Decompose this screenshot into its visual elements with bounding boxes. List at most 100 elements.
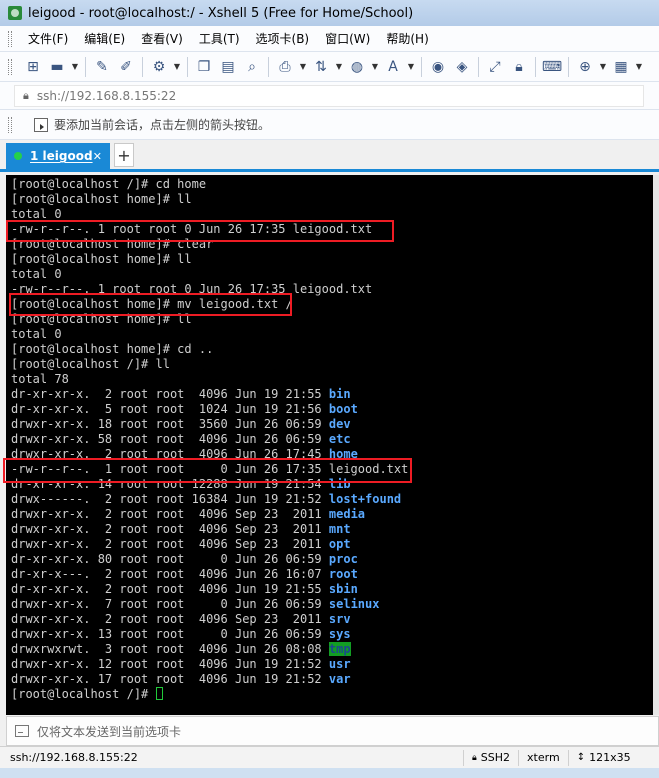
reconnect-icon[interactable]: ✐ (115, 56, 137, 78)
layout-dropdown-icon[interactable]: ▼ (634, 56, 644, 78)
status-lock-icon: 🔒︎ (472, 752, 477, 763)
address-bar: 🔒︎ ssh://192.168.8.155:22 (0, 82, 659, 110)
terminal-line: [root@localhost /]# cd home (11, 177, 659, 192)
terminal-line: dr-xr-xr-x. 80 root root 0 Jun 26 06:59 … (11, 552, 659, 567)
terminal-text: total 0 (11, 207, 62, 221)
send-text-placeholder: 仅将文本发送到当前选项卡 (37, 724, 182, 739)
terminal-text: drwxr-xr-x. 2 root root 4096 Jun 26 17:4… (11, 447, 329, 461)
terminal-text: drwx------. 2 root root 16384 Jun 19 21:… (11, 492, 329, 506)
status-size: ↕ 121x35 (567, 749, 639, 766)
open-folder-icon[interactable]: ▬ (46, 56, 68, 78)
terminal-line: total 0 (11, 207, 659, 222)
terminal-line: total 78 (11, 372, 659, 387)
terminal-text: drwxr-xr-x. 2 root root 4096 Sep 23 2011 (11, 507, 329, 521)
terminal-text: dr-xr-xr-x. 2 root root 4096 Jun 19 21:5… (11, 582, 329, 596)
tab-bar: 1 leigood ✕ + (0, 140, 659, 172)
terminal-text: drwxr-xr-x. 13 root root 0 Jun 26 06:59 (11, 627, 329, 641)
add-dropdown-icon[interactable]: ▼ (598, 56, 608, 78)
xshell-window: leigood - root@localhost:/ - Xshell 5 (F… (0, 0, 659, 778)
paste-icon[interactable]: ▤ (217, 56, 239, 78)
title-bar[interactable]: leigood - root@localhost:/ - Xshell 5 (F… (0, 0, 659, 26)
toolbar-separator (478, 56, 479, 77)
terminal-text: [root@localhost /]# cd home (11, 177, 207, 191)
toolbar-grip-icon (8, 58, 12, 75)
terminal-line: [root@localhost /]# ll (11, 357, 659, 372)
terminal-text: dr-xr-xr-x. 14 root root 12288 Jun 19 21… (11, 477, 329, 491)
directory-name: boot (328, 402, 358, 416)
toolbar-separator (568, 56, 569, 77)
menu-help[interactable]: 帮助(H) (378, 27, 436, 51)
transfer-icon[interactable]: ⇅ (310, 56, 332, 78)
lock-icon[interactable]: 🔒︎ (508, 56, 530, 78)
disconnect-icon[interactable]: ✎ (91, 56, 113, 78)
open-dropdown-icon[interactable]: ▼ (70, 56, 80, 78)
terminal-text: total 0 (11, 327, 62, 341)
properties-dropdown-icon[interactable]: ▼ (172, 56, 182, 78)
globe-icon[interactable]: ◍ (346, 56, 368, 78)
tab-close-icon[interactable]: ✕ (93, 150, 102, 163)
font-dropdown-icon[interactable]: ▼ (406, 56, 416, 78)
terminal-text: drwxr-xr-x. 12 root root 4096 Jun 19 21:… (11, 657, 329, 671)
address-value: ssh://192.168.8.155:22 (36, 88, 177, 103)
terminal-line: drwxrwxrwt. 3 root root 4096 Jun 26 08:0… (11, 642, 659, 657)
directory-name: opt (328, 537, 351, 551)
terminal-text: [root@localhost home]# ll (11, 312, 192, 326)
terminal-line: dr-xr-xr-x. 14 root root 12288 Jun 19 21… (11, 477, 659, 492)
terminal-line: drwxr-xr-x. 12 root root 4096 Jun 19 21:… (11, 657, 659, 672)
font-icon[interactable]: A (382, 56, 404, 78)
directory-name: dev (328, 417, 351, 431)
print-icon[interactable]: ⎙ (274, 56, 296, 78)
connected-status-icon (14, 152, 22, 160)
terminal-output[interactable]: [root@localhost /]# cd home [root@localho… (6, 175, 659, 715)
terminal-text: total 0 (11, 267, 62, 281)
menu-tab[interactable]: 选项卡(B) (248, 27, 318, 51)
terminal-cursor (155, 687, 163, 700)
add-icon[interactable]: ⊕ (574, 56, 596, 78)
send-text-bar[interactable]: 仅将文本发送到当前选项卡 (6, 716, 659, 746)
keyboard-icon[interactable]: ⌨ (541, 56, 563, 78)
properties-icon[interactable]: ⚙ (148, 56, 170, 78)
tab-label: 1 leigood (30, 149, 93, 163)
add-session-arrow-icon[interactable] (34, 117, 48, 132)
session-hint-text: 要添加当前会话，点击左侧的箭头按钮。 (54, 118, 271, 132)
terminal-line: total 0 (11, 327, 659, 342)
directory-name: lib (328, 477, 351, 491)
address-input[interactable]: 🔒︎ ssh://192.168.8.155:22 (14, 84, 644, 107)
terminal-scrollbar[interactable] (653, 175, 659, 715)
terminal-text: [root@localhost home]# cd .. (11, 342, 214, 356)
globe-dropdown-icon[interactable]: ▼ (370, 56, 380, 78)
menu-view[interactable]: 查看(V) (133, 27, 191, 51)
directory-name: selinux (328, 597, 380, 611)
copy-icon[interactable]: ❐ (193, 56, 215, 78)
terminal-text: dr-xr-xr-x. 80 root root 0 Jun 26 06:59 (11, 552, 329, 566)
new-session-icon[interactable]: ⊞ (22, 56, 44, 78)
directory-name: media (328, 507, 366, 521)
find-icon[interactable]: ⌕ (241, 56, 263, 78)
terminal-line: drwxr-xr-x. 2 root root 4096 Sep 23 2011… (11, 612, 659, 627)
terminal-text: drwxr-xr-x. 18 root root 3560 Jun 26 06:… (11, 417, 329, 431)
layout-icon[interactable]: ▦ (610, 56, 632, 78)
terminal-line: -rw-r--r--. 1 root root 0 Jun 26 17:35 l… (11, 462, 659, 477)
menu-file[interactable]: 文件(F) (20, 27, 76, 51)
terminal-line: drwxr-xr-x. 18 root root 3560 Jun 26 06:… (11, 417, 659, 432)
print-dropdown-icon[interactable]: ▼ (298, 56, 308, 78)
script-icon[interactable]: ◉ (427, 56, 449, 78)
transfer-dropdown-icon[interactable]: ▼ (334, 56, 344, 78)
terminal-text: [root@localhost home]# ll (11, 192, 192, 206)
tab-leigood[interactable]: 1 leigood ✕ (6, 143, 110, 169)
fullscreen-icon[interactable]: ⤢ (484, 56, 506, 78)
terminal-text: drwxr-xr-x. 7 root root 0 Jun 26 06:59 (11, 597, 329, 611)
xftp-icon[interactable]: ◈ (451, 56, 473, 78)
menu-tools[interactable]: 工具(T) (191, 27, 248, 51)
new-tab-button[interactable]: + (114, 143, 134, 167)
menu-window[interactable]: 窗口(W) (317, 27, 378, 51)
terminal-line: dr-xr-x---. 2 root root 4096 Jun 26 16:0… (11, 567, 659, 582)
terminal-text: -rw-r--r--. 1 root root 0 Jun 26 17:35 l… (11, 462, 409, 476)
terminal-text: dr-xr-x---. 2 root root 4096 Jun 26 16:0… (11, 567, 329, 581)
menu-edit[interactable]: 编辑(E) (76, 27, 133, 51)
terminal-text: [root@localhost home]# clear (11, 237, 214, 251)
terminal-line: drwxr-xr-x. 13 root root 0 Jun 26 06:59 … (11, 627, 659, 642)
directory-name: proc (328, 552, 358, 566)
toolbar-separator (421, 56, 422, 77)
terminal-line: -rw-r--r--. 1 root root 0 Jun 26 17:35 l… (11, 222, 659, 237)
